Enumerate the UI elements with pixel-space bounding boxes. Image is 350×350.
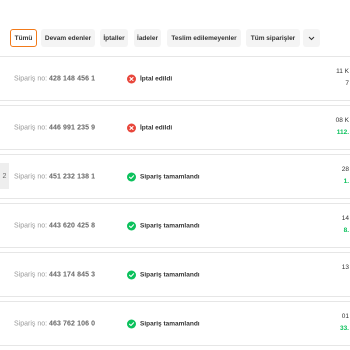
tab-all-orders[interactable]: Tüm siparişler: [246, 29, 300, 47]
chevron-down-icon: [308, 36, 315, 40]
order-price: 112.: [336, 129, 349, 136]
order-number: Sipariş no: 451 232 138 1: [14, 173, 95, 180]
order-row[interactable]: Sipariş no: 443 174 845 3 Sipariş tamaml…: [0, 252, 350, 297]
order-date: 01: [341, 313, 349, 320]
tab-all[interactable]: Tümü: [10, 29, 37, 47]
order-date: 11 K: [336, 68, 349, 75]
order-number: Sipariş no: 446 991 235 9: [14, 124, 95, 131]
check-circle-icon: [127, 172, 136, 181]
order-number-label: Sipariş no:: [14, 320, 48, 327]
order-number: Sipariş no: 443 174 845 3: [14, 271, 95, 278]
order-row[interactable]: 2 Sipariş no: 451 232 138 1 Sipariş tama…: [0, 154, 350, 199]
order-date: 28: [341, 166, 349, 173]
order-status-text: İptal edildi: [140, 75, 173, 82]
order-number-value: 451 232 138 1: [49, 173, 96, 180]
carousel-edge-tab[interactable]: 2: [0, 163, 9, 189]
order-number-value: 443 174 845 3: [49, 271, 96, 278]
check-circle-icon: [127, 221, 136, 230]
order-filter-tabs: Tümü Devam edenler İptaller İadeler Tesl…: [0, 0, 350, 60]
order-status-text: İptal edildi: [140, 124, 173, 131]
check-circle-icon: [127, 270, 136, 279]
order-date: 14: [341, 215, 349, 222]
order-status: İptal edildi: [127, 123, 172, 132]
tab-returns[interactable]: İadeler: [134, 29, 161, 47]
order-price: 1.: [343, 178, 349, 185]
tab-cancellations[interactable]: İptaller: [100, 29, 128, 47]
order-date: 13: [341, 264, 349, 271]
order-number-value: 463 762 106 0: [49, 320, 96, 327]
cancelled-icon: [127, 123, 136, 132]
tab-undelivered[interactable]: Teslim edilemeyenler: [167, 29, 241, 47]
order-status: Sipariş tamamlandı: [127, 172, 200, 181]
order-status-text: Sipariş tamamlandı: [140, 173, 200, 180]
order-row[interactable]: Sipariş no: 446 991 235 9 İptal edildi 0…: [0, 105, 350, 150]
order-price: 8.: [343, 227, 349, 234]
order-number: Sipariş no: 443 620 425 8: [14, 222, 95, 229]
order-number-label: Sipariş no:: [14, 222, 48, 229]
order-status: Sipariş tamamlandı: [127, 221, 200, 230]
order-number-label: Sipariş no:: [14, 124, 48, 131]
order-status-text: Sipariş tamamlandı: [140, 320, 200, 327]
order-status: Sipariş tamamlandı: [127, 270, 200, 279]
order-number-label: Sipariş no:: [14, 173, 48, 180]
order-row[interactable]: Sipariş no: 428 148 456 1 İptal edildi 1…: [0, 56, 350, 101]
order-number-value: 446 991 235 9: [49, 124, 96, 131]
order-date: 08 K: [335, 117, 349, 124]
check-circle-icon: [127, 319, 136, 328]
order-status-text: Sipariş tamamlandı: [140, 222, 200, 229]
order-number-value: 443 620 425 8: [49, 222, 96, 229]
order-price: 33.: [339, 325, 349, 332]
order-price: 7: [345, 80, 349, 87]
tabs-dropdown-button[interactable]: [303, 29, 320, 47]
order-number: Sipariş no: 428 148 456 1: [14, 75, 95, 82]
order-row[interactable]: Sipariş no: 463 762 106 0 Sipariş tamaml…: [0, 301, 350, 346]
order-status-text: Sipariş tamamlandı: [140, 271, 200, 278]
order-number-value: 428 148 456 1: [49, 75, 96, 82]
order-number-label: Sipariş no:: [14, 75, 48, 82]
order-status: İptal edildi: [127, 74, 172, 83]
order-status: Sipariş tamamlandı: [127, 319, 200, 328]
order-number-label: Sipariş no:: [14, 271, 48, 278]
order-number: Sipariş no: 463 762 106 0: [14, 320, 95, 327]
cancelled-icon: [127, 74, 136, 83]
order-row[interactable]: Sipariş no: 443 620 425 8 Sipariş tamaml…: [0, 203, 350, 248]
tab-in-progress[interactable]: Devam edenler: [41, 29, 95, 47]
